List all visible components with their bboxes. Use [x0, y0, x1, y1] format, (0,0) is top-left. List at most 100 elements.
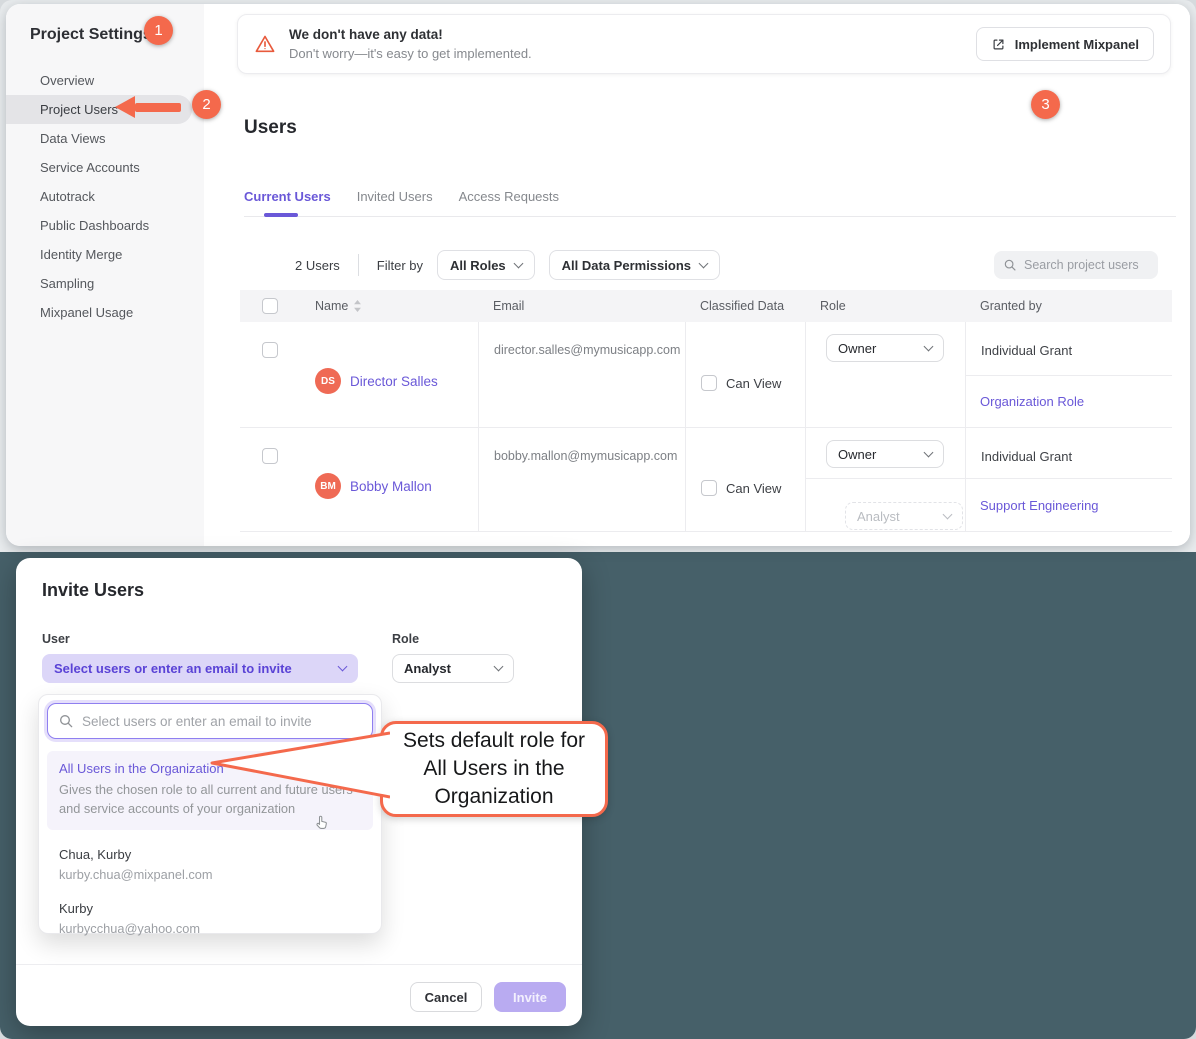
- search-icon: [1003, 258, 1017, 272]
- search-project-users[interactable]: [994, 251, 1158, 279]
- option-user-email: kurby.chua@mixpanel.com: [59, 867, 213, 882]
- users-section-title: Users: [244, 117, 297, 139]
- user-count: 2 Users: [295, 258, 340, 273]
- user-field-label: User: [42, 632, 70, 646]
- sidebar-item-public-dashboards[interactable]: Public Dashboards: [6, 211, 204, 240]
- implement-mixpanel-button[interactable]: Implement Mixpanel: [976, 27, 1154, 61]
- table-row: BM Bobby Mallon bobby.mallon@mymusicapp.…: [240, 428, 1172, 532]
- divider: [16, 964, 582, 965]
- cursor-hand-icon: [313, 814, 330, 836]
- role-dropdown[interactable]: Owner: [826, 440, 944, 468]
- roles-filter-label: All Roles: [450, 258, 506, 273]
- option-user-name: Chua, Kurby: [59, 847, 213, 862]
- tab-access-requests-label: Access Requests: [459, 189, 559, 204]
- no-data-banner: We don't have any data! Don't worry—it's…: [237, 14, 1171, 74]
- tab-current-users-label: Current Users: [244, 189, 331, 204]
- chevron-down-icon: [513, 258, 523, 268]
- user-select[interactable]: Select users or enter an email to invite: [42, 654, 358, 683]
- granted-by-value: Individual Grant: [965, 428, 1172, 531]
- project-settings-page: Project Settings Overview Project Users …: [6, 4, 1190, 546]
- divider: [358, 254, 359, 276]
- chevron-down-icon: [943, 509, 953, 519]
- role-dropdown[interactable]: Owner: [826, 334, 944, 362]
- search-input[interactable]: [1024, 258, 1144, 272]
- sort-icon: [353, 300, 362, 312]
- header-classified: Classified Data: [685, 299, 805, 313]
- support-engineering-link[interactable]: Support Engineering: [980, 498, 1099, 513]
- row-checkbox[interactable]: [262, 448, 278, 464]
- option-user[interactable]: Kurby kurbycchua@yahoo.com: [59, 901, 200, 936]
- filter-by-label: Filter by: [377, 258, 423, 273]
- divider: [965, 375, 1172, 376]
- can-view-checkbox[interactable]: [701, 375, 717, 391]
- avatar: BM: [315, 473, 341, 499]
- option-user-email: kurbycchua@yahoo.com: [59, 921, 200, 936]
- screenshot-stage: Project Settings Overview Project Users …: [0, 0, 1196, 1039]
- invite-submit-button[interactable]: Invite: [494, 982, 566, 1012]
- organization-role-link[interactable]: Organization Role: [980, 394, 1084, 409]
- active-tab-indicator: [264, 213, 298, 217]
- role-select[interactable]: Analyst: [392, 654, 514, 683]
- sidebar-item-sampling[interactable]: Sampling: [6, 269, 204, 298]
- implement-mixpanel-label: Implement Mixpanel: [1015, 37, 1139, 52]
- sidebar-item-data-views[interactable]: Data Views: [6, 124, 204, 153]
- filter-row: 2 Users Filter by All Roles All Data Per…: [295, 250, 1158, 280]
- header-name[interactable]: Name: [300, 299, 478, 313]
- cancel-button[interactable]: Cancel: [410, 982, 482, 1012]
- user-email: director.salles@mymusicapp.com: [478, 322, 685, 427]
- select-all-checkbox[interactable]: [262, 298, 278, 314]
- sidebar-item-identity-merge[interactable]: Identity Merge: [6, 240, 204, 269]
- header-email: Email: [478, 299, 685, 313]
- table-row: DS Director Salles director.salles@mymus…: [240, 322, 1172, 428]
- roles-filter-dropdown[interactable]: All Roles: [437, 250, 535, 280]
- annotation-badge-2: 2: [192, 90, 221, 119]
- can-view-label: Can View: [726, 376, 781, 391]
- annotation-arrow-icon: [115, 96, 181, 118]
- tab-invited-users-label: Invited Users: [357, 189, 433, 204]
- annotation-badge-1: 1: [144, 16, 173, 45]
- secondary-role-value: Analyst: [857, 509, 900, 524]
- user-name-link[interactable]: Director Salles: [350, 374, 438, 389]
- role-value: Owner: [838, 341, 876, 356]
- banner-text: We don't have any data! Don't worry—it's…: [289, 27, 532, 61]
- can-view-label: Can View: [726, 481, 781, 496]
- annotation-callout-tail: [206, 729, 390, 803]
- user-email: bobby.mallon@mymusicapp.com: [478, 428, 685, 531]
- sidebar-item-overview[interactable]: Overview: [6, 66, 204, 95]
- row-checkbox[interactable]: [262, 342, 278, 358]
- dropdown-search-input[interactable]: [82, 714, 362, 729]
- warning-icon: [254, 33, 276, 55]
- chevron-down-icon: [924, 447, 934, 457]
- sidebar-item-mixpanel-usage[interactable]: Mixpanel Usage: [6, 298, 204, 327]
- permissions-filter-dropdown[interactable]: All Data Permissions: [549, 250, 720, 280]
- table-header: Name Email Classified Data Role Granted …: [240, 290, 1172, 322]
- page-title: Project Settings: [30, 26, 152, 44]
- modal-title: Invite Users: [42, 580, 144, 601]
- avatar: DS: [315, 368, 341, 394]
- sidebar-item-service-accounts[interactable]: Service Accounts: [6, 153, 204, 182]
- banner-title: We don't have any data!: [289, 27, 532, 42]
- tab-current-users[interactable]: Current Users: [244, 181, 357, 216]
- chevron-down-icon: [699, 258, 709, 268]
- user-select-value: Select users or enter an email to invite: [54, 661, 292, 676]
- settings-sidebar: Project Settings Overview Project Users …: [6, 4, 204, 546]
- sidebar-item-autotrack[interactable]: Autotrack: [6, 182, 204, 211]
- option-user[interactable]: Chua, Kurby kurby.chua@mixpanel.com: [59, 847, 213, 882]
- can-view-checkbox[interactable]: [701, 480, 717, 496]
- users-tabs: Current Users Invited Users Access Reque…: [244, 181, 1176, 217]
- project-users-panel: We don't have any data! Don't worry—it's…: [204, 4, 1190, 546]
- chevron-down-icon: [924, 341, 934, 351]
- banner-subtitle: Don't worry—it's easy to get implemented…: [289, 46, 532, 61]
- option-user-name: Kurby: [59, 901, 200, 916]
- tab-access-requests[interactable]: Access Requests: [459, 181, 585, 216]
- search-icon: [58, 713, 74, 729]
- role-select-value: Analyst: [404, 661, 451, 676]
- external-link-icon: [991, 37, 1006, 52]
- annotation-badge-3: 3: [1031, 90, 1060, 119]
- role-value: Owner: [838, 447, 876, 462]
- role-field-label: Role: [392, 632, 419, 646]
- user-name-link[interactable]: Bobby Mallon: [350, 479, 432, 494]
- chevron-down-icon: [494, 662, 504, 672]
- header-name-label: Name: [315, 299, 348, 313]
- tab-invited-users[interactable]: Invited Users: [357, 181, 459, 216]
